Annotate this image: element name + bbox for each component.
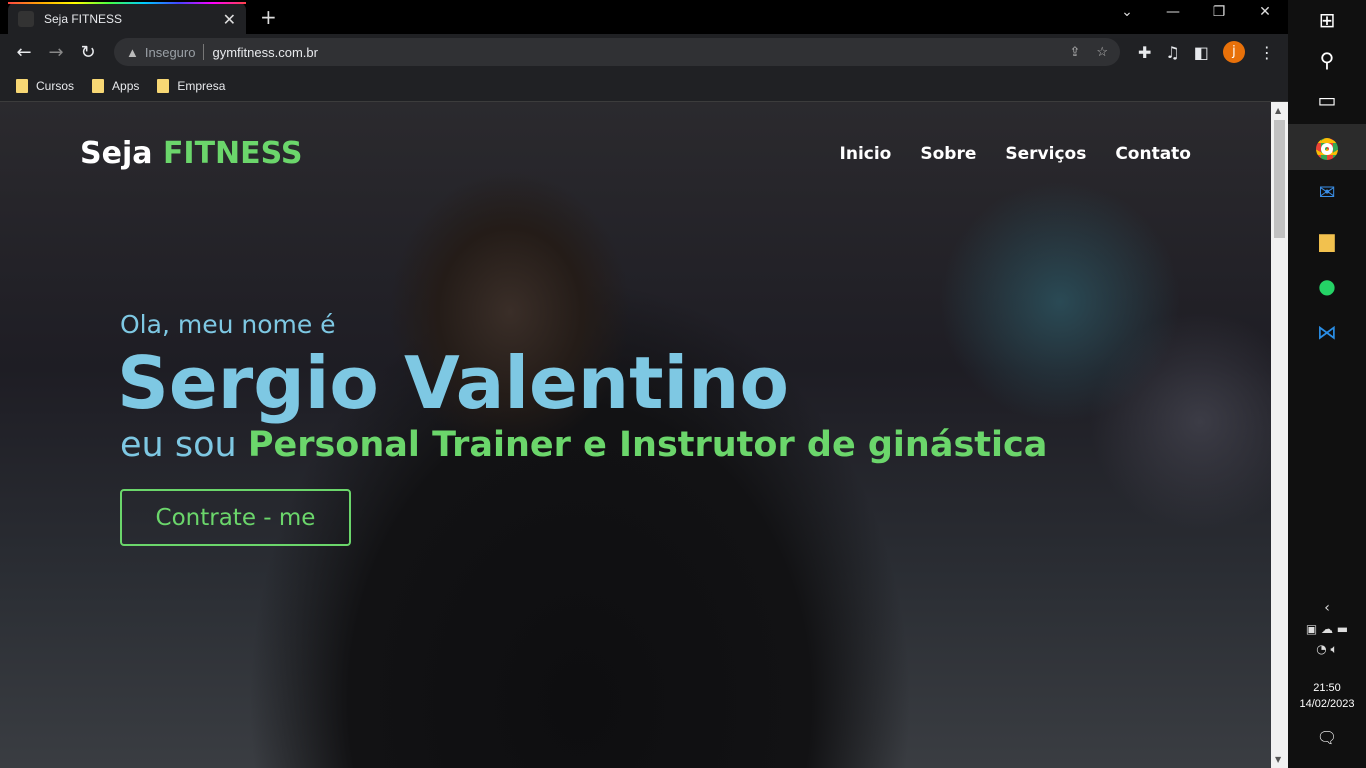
new-tab-button[interactable]: +: [260, 5, 277, 29]
hero-greeting: Ola, meu nome é: [120, 310, 336, 339]
search-icon[interactable]: ⚲: [1288, 48, 1366, 72]
show-hidden-icons[interactable]: ‹: [1288, 600, 1366, 616]
browser-tab[interactable]: Seja FITNESS ✕: [8, 2, 246, 34]
close-tab-icon[interactable]: ✕: [223, 10, 236, 29]
close-window-button[interactable]: ✕: [1242, 4, 1288, 20]
mail-icon[interactable]: ✉: [1288, 180, 1366, 204]
bookmarks-bar: Cursos Apps Empresa: [0, 70, 1288, 102]
tray-icons[interactable]: ▣ ☁ ▬: [1288, 622, 1366, 636]
clock[interactable]: 21:50 14/02/2023: [1288, 680, 1366, 712]
role-prefix: eu sou: [120, 425, 237, 465]
side-panel-icon[interactable]: ◧: [1194, 43, 1209, 62]
logo-accent: FITNESS: [162, 136, 303, 171]
site-logo[interactable]: Seja FITNESS: [80, 136, 303, 171]
file-explorer-icon[interactable]: ▆: [1288, 228, 1366, 252]
bookmark-empresa[interactable]: Empresa: [157, 78, 226, 93]
notifications-icon[interactable]: 🗨︎: [1288, 728, 1366, 747]
role-text: Personal Trainer e Instrutor de ginástic…: [247, 425, 1048, 465]
scroll-down-icon[interactable]: ▼: [1275, 755, 1281, 764]
logo-primary: Seja: [80, 136, 153, 171]
whatsapp-icon[interactable]: ●: [1288, 274, 1366, 298]
profile-avatar[interactable]: j: [1222, 41, 1245, 63]
back-button[interactable]: ←: [8, 42, 40, 63]
bookmark-label: Apps: [112, 78, 140, 93]
folder-icon: [16, 78, 28, 93]
minimize-button[interactable]: —: [1150, 4, 1196, 20]
tab-title: Seja FITNESS: [44, 12, 123, 26]
url-text[interactable]: gymfitness.com.br: [212, 45, 1053, 60]
hero-section: Seja FITNESS Inicio Sobre Serviços Conta…: [0, 102, 1271, 768]
task-view-icon[interactable]: ▭: [1288, 88, 1366, 112]
reload-button[interactable]: ↻: [72, 42, 104, 63]
site-nav: Inicio Sobre Serviços Contato: [840, 144, 1191, 164]
browser-chrome: Seja FITNESS ✕ + ⌄ — ❐ ✕ ← → ↻ ▲ Insegur…: [0, 0, 1288, 102]
forward-button[interactable]: →: [40, 42, 72, 63]
folder-icon: [157, 78, 170, 93]
bookmark-label: Cursos: [36, 78, 75, 93]
nav-contato[interactable]: Contato: [1115, 144, 1191, 164]
date: 14/02/2023: [1299, 698, 1355, 710]
scroll-up-icon[interactable]: ▲: [1275, 106, 1281, 115]
site-header: Seja FITNESS Inicio Sobre Serviços Conta…: [80, 136, 1191, 171]
star-icon[interactable]: ☆: [1096, 44, 1108, 60]
network-volume-icons[interactable]: ◔ 🔈︎: [1288, 642, 1366, 657]
time: 21:50: [1313, 682, 1341, 694]
windows-start-icon[interactable]: ⊞: [1288, 8, 1366, 32]
hero-name: Sergio Valentino: [117, 341, 789, 425]
nav-servicos[interactable]: Serviços: [1005, 144, 1086, 164]
tab-search-icon[interactable]: ⌄: [1104, 4, 1150, 20]
warning-icon: ▲: [126, 44, 139, 60]
vscode-icon[interactable]: ⋈: [1288, 320, 1366, 344]
favicon-icon: [18, 11, 34, 27]
nav-inicio[interactable]: Inicio: [840, 144, 892, 164]
bookmark-cursos[interactable]: Cursos: [16, 78, 75, 93]
chrome-icon[interactable]: [1288, 124, 1366, 170]
media-icon[interactable]: ♫: [1165, 43, 1179, 62]
insecure-label[interactable]: Inseguro: [145, 45, 196, 60]
folder-icon: [92, 78, 105, 93]
share-icon[interactable]: ⇪: [1069, 44, 1080, 60]
taskbar: ⊞ ⚲ ▭ ✉ ▆ ● ⋈ ‹ ▣ ☁ ▬ ◔ 🔈︎ 21:50 14/02/20…: [1288, 0, 1366, 768]
address-bar[interactable]: ▲ Inseguro gymfitness.com.br ⇪ ☆: [114, 38, 1120, 66]
divider: [203, 44, 205, 60]
nav-sobre[interactable]: Sobre: [920, 144, 976, 164]
extensions-icon[interactable]: ✚: [1138, 43, 1151, 62]
scrollbar-thumb[interactable]: [1274, 120, 1285, 238]
scrollbar[interactable]: ▲ ▼: [1271, 102, 1288, 768]
menu-icon[interactable]: ⋮: [1259, 43, 1275, 62]
hero-role: eu sou Personal Trainer e Instrutor de g…: [120, 425, 1047, 465]
restore-button[interactable]: ❐: [1196, 4, 1242, 20]
bookmark-label: Empresa: [177, 78, 226, 93]
bookmark-apps[interactable]: Apps: [92, 78, 140, 93]
hire-me-button[interactable]: Contrate - me: [120, 489, 351, 546]
